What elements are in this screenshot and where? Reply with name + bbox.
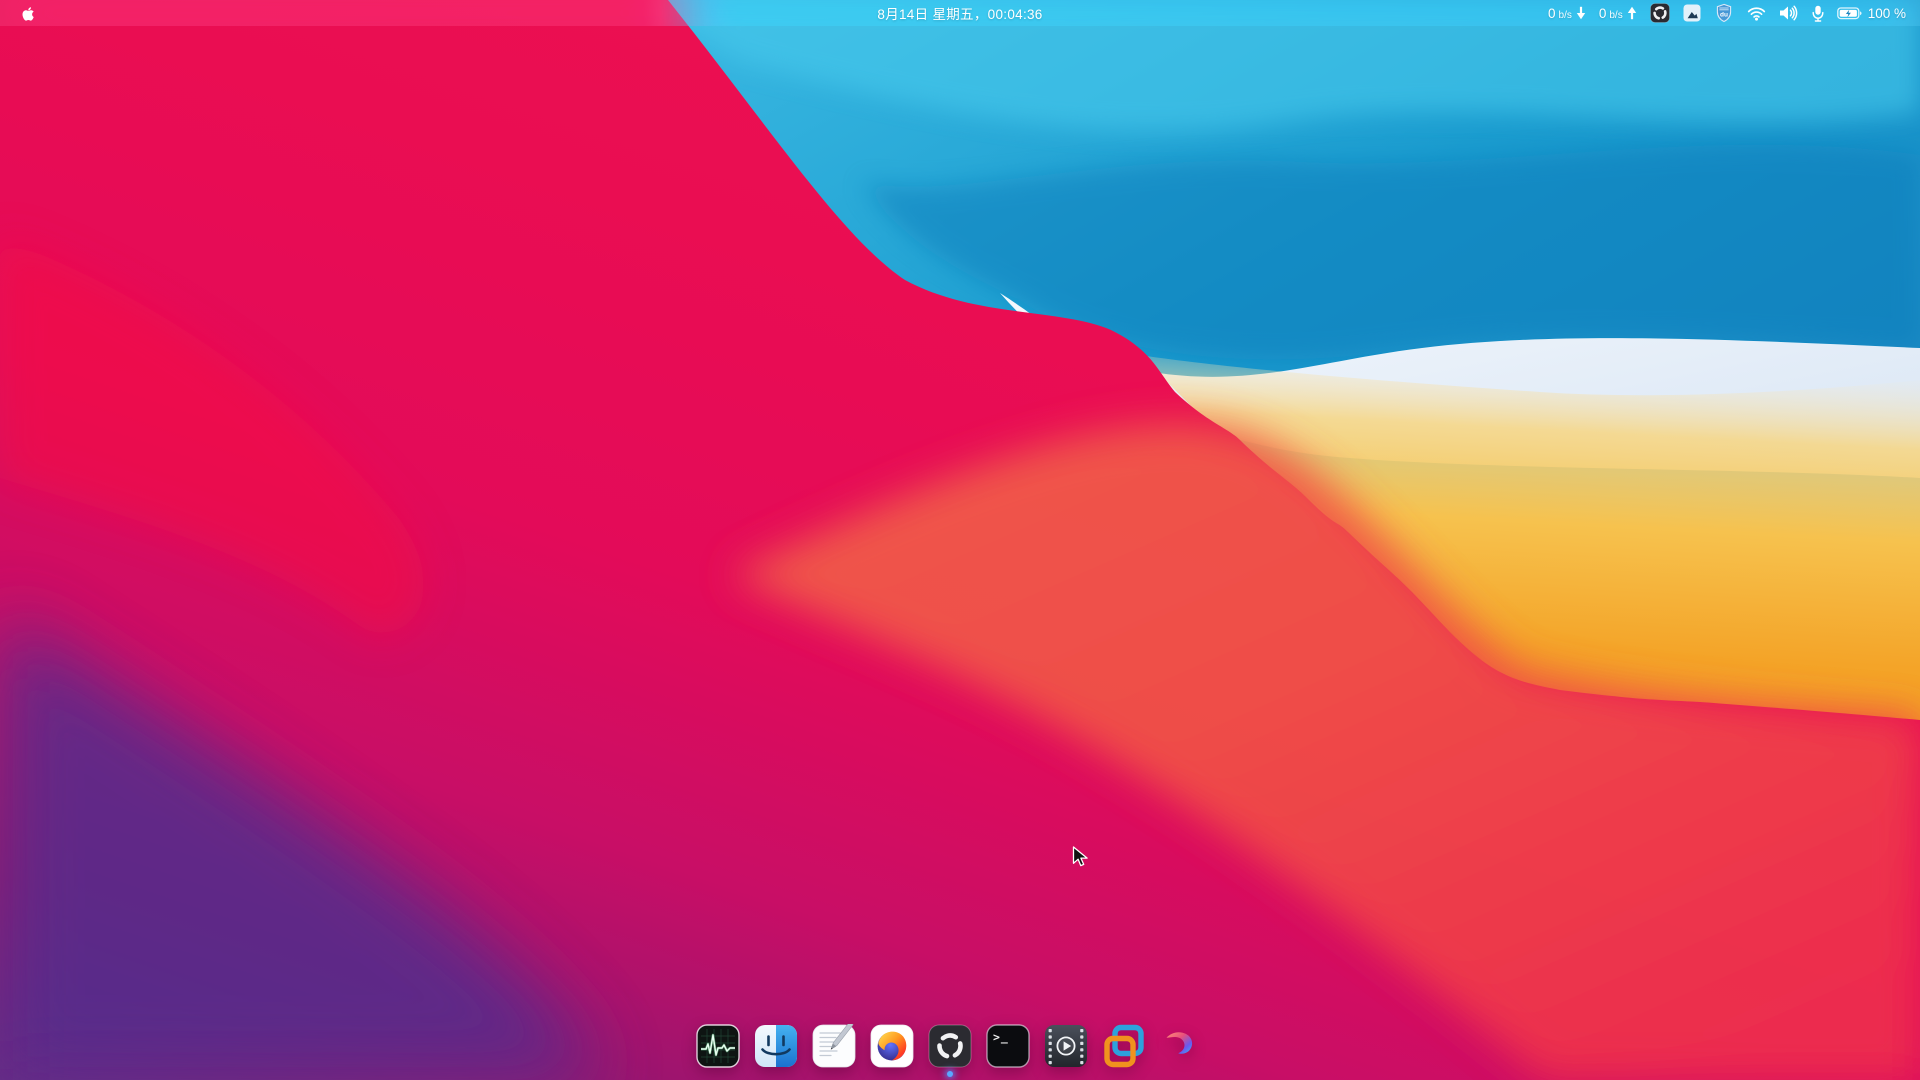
terminal-icon: >_ bbox=[986, 1024, 1030, 1068]
obs-tray-item[interactable] bbox=[1650, 0, 1670, 26]
dock-item-terminal[interactable]: >_ bbox=[986, 1024, 1030, 1068]
vmware-fusion-icon bbox=[1102, 1024, 1146, 1068]
battery-icon bbox=[1837, 7, 1863, 20]
dock-item-media-player[interactable] bbox=[1044, 1024, 1088, 1068]
obs-tray-icon bbox=[1650, 3, 1670, 23]
network-speed-download[interactable]: 0 b/s bbox=[1548, 6, 1586, 21]
firefox-icon bbox=[870, 1024, 914, 1068]
dock-item-textedit[interactable] bbox=[812, 1024, 856, 1068]
net-up-value: 0 bbox=[1599, 6, 1607, 21]
wifi-icon bbox=[1747, 6, 1766, 21]
input-source-icon bbox=[1683, 4, 1701, 22]
battery-menu-item[interactable]: 100 % bbox=[1837, 6, 1906, 21]
running-indicator bbox=[947, 1071, 953, 1077]
dock: >_ bbox=[696, 1024, 1204, 1068]
dock-item-obs-studio[interactable] bbox=[928, 1024, 972, 1068]
menu-bar-clock[interactable]: 8月14日 星期五，00:04:36 bbox=[877, 3, 1042, 23]
dock-item-activity-monitor[interactable] bbox=[696, 1024, 740, 1068]
wallpaper-art bbox=[0, 0, 1920, 1080]
terminal-prompt-glyph: >_ bbox=[993, 1030, 1009, 1045]
dock-item-finder[interactable] bbox=[754, 1024, 798, 1068]
desktop: 8月14日 星期五，00:04:36 0 b/s 0 b/s bbox=[0, 0, 1920, 1080]
net-down-value: 0 bbox=[1548, 6, 1556, 21]
download-arrow-icon bbox=[1576, 6, 1586, 20]
microphone-menu-item[interactable] bbox=[1812, 0, 1824, 26]
textedit-icon bbox=[812, 1024, 856, 1068]
dock-item-vmware-fusion[interactable] bbox=[1102, 1024, 1146, 1068]
upload-arrow-icon bbox=[1627, 6, 1637, 20]
network-speed-upload[interactable]: 0 b/s bbox=[1599, 6, 1637, 21]
baidu-ime-badge-text: du bbox=[1720, 12, 1728, 19]
dock-item-comet-app[interactable] bbox=[1160, 1024, 1204, 1068]
activity-monitor-icon bbox=[696, 1024, 740, 1068]
baidu-ime-icon: du bbox=[1714, 3, 1734, 23]
comet-app-icon bbox=[1160, 1024, 1204, 1068]
input-source-item[interactable] bbox=[1683, 0, 1701, 26]
apple-menu[interactable] bbox=[19, 0, 35, 26]
wifi-menu-item[interactable] bbox=[1747, 0, 1766, 26]
volume-icon bbox=[1779, 5, 1799, 21]
wallpaper-big-sur bbox=[0, 0, 1920, 1080]
volume-menu-item[interactable] bbox=[1779, 0, 1799, 26]
battery-percent-label: 100 % bbox=[1868, 6, 1906, 21]
apple-logo-icon bbox=[19, 4, 35, 23]
baidu-ime-item[interactable]: du bbox=[1714, 0, 1734, 26]
menu-bar: 8月14日 星期五，00:04:36 0 b/s 0 b/s bbox=[0, 0, 1920, 26]
net-down-unit: b/s bbox=[1559, 10, 1572, 21]
media-player-icon bbox=[1044, 1024, 1088, 1068]
microphone-icon bbox=[1812, 5, 1824, 22]
menu-bar-status-area: 0 b/s 0 b/s bbox=[1548, 0, 1920, 26]
finder-icon bbox=[754, 1024, 798, 1068]
dock-item-firefox[interactable] bbox=[870, 1024, 914, 1068]
net-up-unit: b/s bbox=[1609, 10, 1622, 21]
obs-studio-icon bbox=[928, 1024, 972, 1068]
